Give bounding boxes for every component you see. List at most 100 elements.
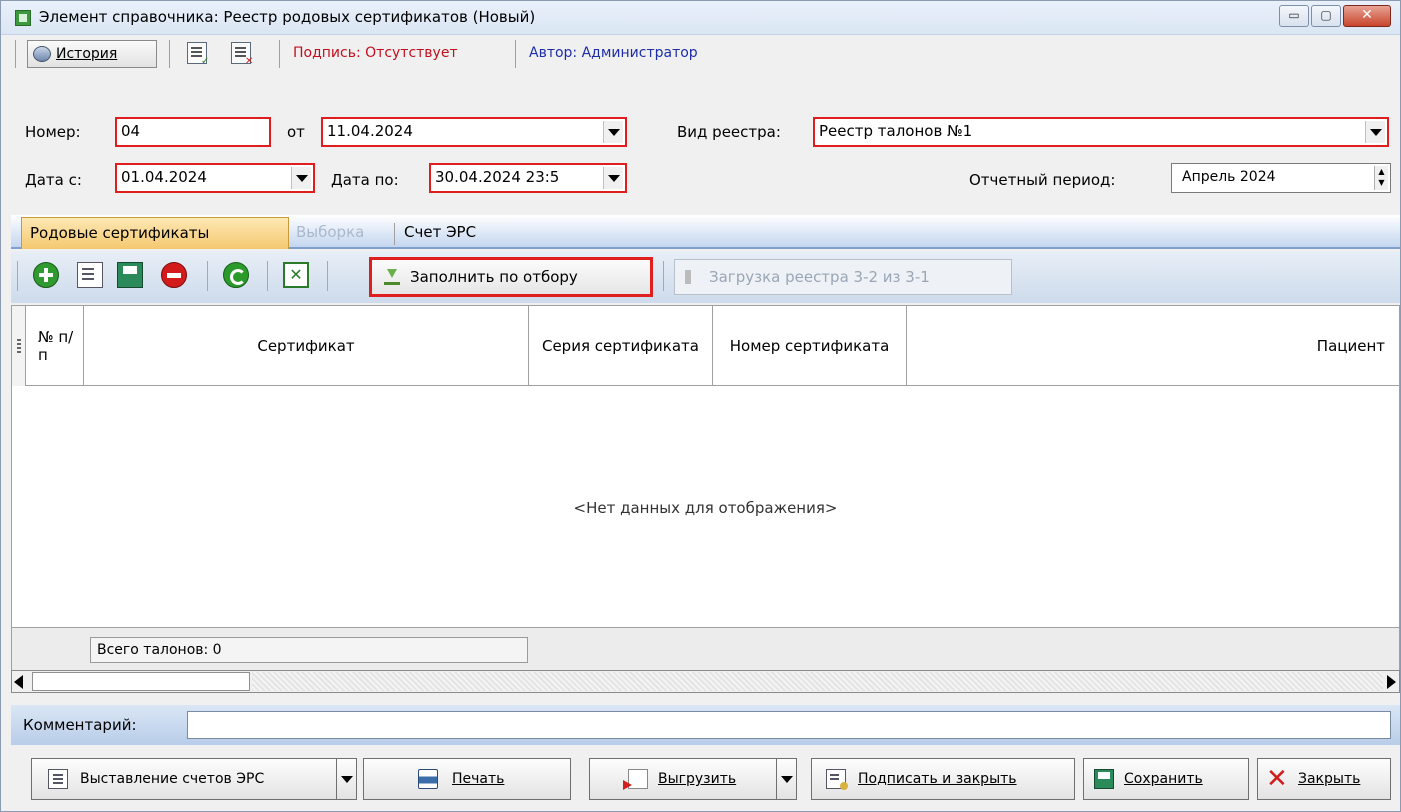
horizontal-scrollbar[interactable] bbox=[11, 670, 1400, 693]
close-icon: ✕ bbox=[1266, 764, 1288, 794]
author-text: Автор: Администратор bbox=[529, 45, 698, 61]
tab-rodovye-sertifikaty[interactable]: Родовые сертификаты bbox=[21, 217, 289, 249]
registry-type-label: Вид реестра: bbox=[677, 123, 781, 141]
load-registry-label: Загрузка реестра 3-2 из 3-1 bbox=[709, 268, 930, 286]
chevron-down-icon[interactable] bbox=[603, 167, 623, 189]
column-series[interactable]: Серия сертификата bbox=[529, 306, 713, 386]
tab-strip: Родовые сертификаты Выборка Счет ЭРС bbox=[11, 215, 1400, 249]
date-to-field[interactable]: 30.04.2024 23:5 bbox=[429, 163, 627, 193]
scroll-track[interactable] bbox=[252, 672, 1383, 691]
excel-icon[interactable]: ✕ bbox=[283, 262, 309, 288]
grid-header: № п/п Сертификат Серия сертификата Номер… bbox=[12, 306, 1399, 386]
date-field[interactable]: 11.04.2024 bbox=[321, 117, 627, 147]
app-icon bbox=[15, 10, 31, 26]
spinner-arrows-icon[interactable]: ▲ ▼ bbox=[1374, 166, 1388, 190]
column-patient[interactable]: Пациент bbox=[907, 306, 1399, 386]
toolbar-separator bbox=[327, 261, 328, 291]
floppy-disk-icon bbox=[1094, 769, 1114, 789]
date-to-label: Дата по: bbox=[331, 171, 399, 189]
column-number[interactable]: № п/п bbox=[26, 306, 84, 386]
comment-row: Комментарий: bbox=[11, 705, 1400, 745]
scroll-right-icon[interactable] bbox=[1387, 675, 1396, 689]
fill-by-filter-label: Заполнить по отбору bbox=[410, 268, 578, 286]
document-icon bbox=[48, 769, 68, 789]
history-label: История bbox=[56, 46, 118, 62]
refresh-icon[interactable] bbox=[223, 262, 249, 288]
export-icon bbox=[623, 769, 648, 790]
toolbar-separator bbox=[207, 261, 208, 291]
add-icon[interactable] bbox=[33, 262, 59, 288]
tab-vyborka[interactable]: Выборка bbox=[296, 217, 364, 249]
column-cert-number[interactable]: Номер сертификата bbox=[713, 306, 907, 386]
chevron-down-icon[interactable] bbox=[336, 759, 356, 799]
signature-status: Подпись: Отсутствует bbox=[293, 45, 458, 61]
scroll-left-icon[interactable] bbox=[14, 675, 23, 689]
sign-and-close-label: Подписать и закрыть bbox=[858, 771, 1017, 787]
title-bar: Элемент справочника: Реестр родовых серт… bbox=[1, 1, 1400, 35]
cancel-document-icon[interactable]: ✕ bbox=[231, 42, 253, 67]
period-label: Отчетный период: bbox=[969, 171, 1116, 189]
tab-schet-ers[interactable]: Счет ЭРС bbox=[404, 217, 476, 249]
fill-by-filter-button[interactable]: Заполнить по отбору bbox=[369, 257, 653, 297]
edit-document-icon[interactable]: ✓ bbox=[187, 42, 209, 67]
certificates-grid: № п/п Сертификат Серия сертификата Номер… bbox=[11, 305, 1400, 628]
chevron-down-icon[interactable] bbox=[291, 167, 311, 189]
history-icon bbox=[33, 46, 51, 62]
delete-icon[interactable] bbox=[161, 262, 187, 288]
registry-type-select[interactable]: Реестр талонов №1 bbox=[813, 117, 1389, 147]
total-count: Всего талонов: 0 bbox=[90, 637, 528, 663]
comment-label: Комментарий: bbox=[23, 716, 137, 734]
period-spinner[interactable]: Апрель 2024 ▲ ▼ bbox=[1171, 163, 1391, 193]
number-field[interactable]: 04 bbox=[115, 117, 271, 147]
maximize-button[interactable]: ▢ bbox=[1311, 5, 1341, 27]
export-button[interactable]: Выгрузить bbox=[589, 758, 797, 800]
toolbar-separator bbox=[663, 261, 664, 291]
toolbar-separator bbox=[15, 40, 16, 68]
toolbar-separator bbox=[17, 261, 18, 291]
save-button[interactable]: Сохранить bbox=[1083, 758, 1249, 800]
grid-toolbar: ✕ Заполнить по отбору Загрузка реестра 3… bbox=[11, 251, 1400, 303]
number-label: Номер: bbox=[25, 123, 81, 141]
sign-document-icon bbox=[826, 769, 848, 790]
registry-type-value: Реестр талонов №1 bbox=[819, 122, 973, 140]
window-title: Элемент справочника: Реестр родовых серт… bbox=[39, 8, 536, 26]
grid-footer: Всего талонов: 0 bbox=[11, 628, 1400, 670]
printer-icon bbox=[418, 769, 438, 789]
arrow-left-icon bbox=[685, 270, 701, 284]
sign-and-close-button[interactable]: Подписать и закрыть bbox=[811, 758, 1075, 800]
from-label: от bbox=[287, 123, 305, 141]
column-certificate[interactable]: Сертификат bbox=[84, 306, 529, 386]
document-toolbar: История ✓ ✕ Подпись: Отсутствует Автор: … bbox=[1, 36, 1400, 70]
print-button[interactable]: Печать bbox=[363, 758, 571, 800]
close-button[interactable]: ✕ Закрыть bbox=[1257, 758, 1391, 800]
download-icon bbox=[384, 269, 400, 285]
chevron-down-icon[interactable] bbox=[603, 121, 623, 143]
history-button[interactable]: История bbox=[27, 40, 157, 68]
minimize-button[interactable]: ▭ bbox=[1279, 5, 1309, 27]
date-from-label: Дата с: bbox=[25, 171, 82, 189]
app-window: Элемент справочника: Реестр родовых серт… bbox=[0, 0, 1401, 812]
issue-invoices-label: Выставление счетов ЭРС bbox=[80, 771, 265, 787]
toolbar-separator bbox=[515, 40, 516, 68]
print-label: Печать bbox=[452, 771, 505, 787]
date-to-value: 30.04.2024 23:5 bbox=[435, 168, 560, 186]
edit-icon[interactable] bbox=[77, 262, 103, 288]
save-icon[interactable] bbox=[117, 262, 143, 288]
row-selector-column[interactable] bbox=[12, 306, 26, 386]
close-label: Закрыть bbox=[1298, 771, 1361, 787]
scroll-thumb[interactable] bbox=[32, 672, 250, 691]
date-value: 11.04.2024 bbox=[327, 122, 413, 140]
save-label: Сохранить bbox=[1124, 771, 1203, 787]
comment-input[interactable] bbox=[187, 711, 1391, 739]
issue-invoices-button[interactable]: Выставление счетов ЭРС bbox=[31, 758, 357, 800]
close-window-button[interactable]: ✕ bbox=[1343, 5, 1391, 27]
date-from-field[interactable]: 01.04.2024 bbox=[115, 163, 315, 193]
load-registry-button[interactable]: Загрузка реестра 3-2 из 3-1 bbox=[674, 259, 1012, 295]
toolbar-separator bbox=[279, 40, 280, 68]
chevron-down-icon[interactable] bbox=[776, 759, 796, 799]
period-value: Апрель 2024 bbox=[1182, 169, 1276, 185]
date-from-value: 01.04.2024 bbox=[121, 168, 207, 186]
toolbar-separator bbox=[267, 261, 268, 291]
empty-grid-message: <Нет данных для отображения> bbox=[573, 499, 838, 517]
chevron-down-icon[interactable] bbox=[1365, 121, 1385, 143]
